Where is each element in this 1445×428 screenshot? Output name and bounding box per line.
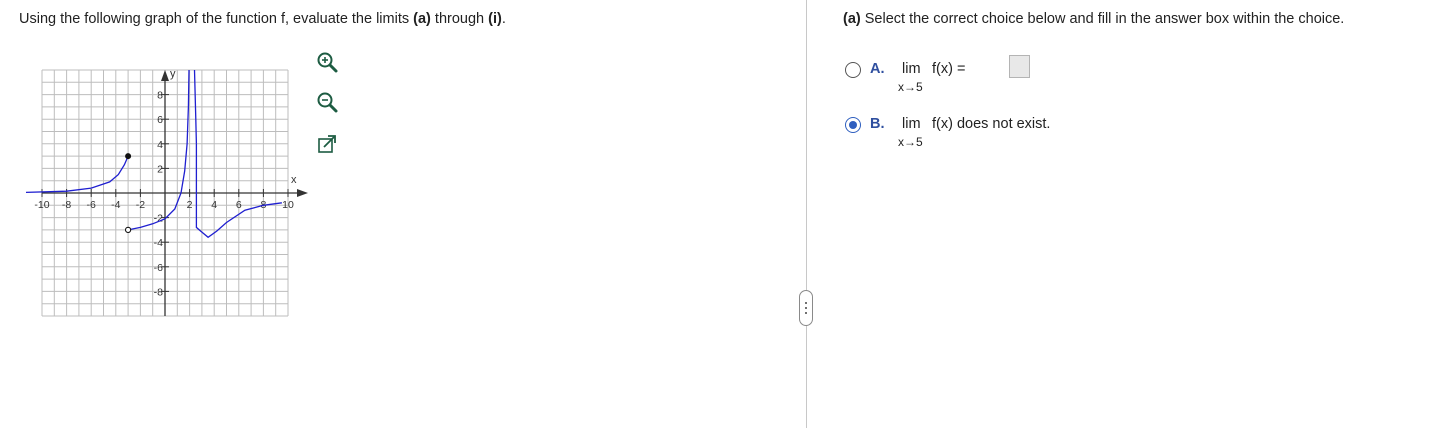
y-tick-label: -4 bbox=[154, 237, 163, 249]
x-axis-label: x bbox=[291, 174, 297, 186]
handle-dot bbox=[805, 312, 807, 314]
question-prompt: Using the following graph of the functio… bbox=[19, 11, 506, 27]
choice-a-radio[interactable] bbox=[845, 62, 861, 78]
zoom-out-button[interactable] bbox=[315, 90, 339, 114]
handle-dot bbox=[805, 302, 807, 304]
x-tick-label: -10 bbox=[34, 199, 49, 211]
y-tick-label: 8 bbox=[157, 90, 163, 102]
handle-dot bbox=[805, 307, 807, 309]
y-tick-label: -6 bbox=[154, 262, 163, 274]
y-axis-arrow bbox=[161, 70, 169, 81]
limit-expression: f(x) = bbox=[932, 61, 966, 77]
x-tick-label: 2 bbox=[187, 199, 193, 211]
x-tick-label: -6 bbox=[87, 199, 96, 211]
magnifier-minus-icon bbox=[317, 92, 338, 113]
choice-b-letter: B. bbox=[870, 116, 885, 132]
x-tick-label: 4 bbox=[211, 199, 217, 211]
x-tick-label: -2 bbox=[136, 199, 145, 211]
y-tick-label: -8 bbox=[154, 286, 163, 298]
x-tick-label: -4 bbox=[111, 199, 120, 211]
closed-point bbox=[125, 153, 132, 160]
open-point bbox=[124, 226, 132, 234]
y-tick-label: 2 bbox=[157, 163, 163, 175]
y-axis-label: y bbox=[170, 68, 176, 80]
x-tick-label: 10 bbox=[282, 199, 294, 211]
answer-panel: (a) Select the correct choice below and … bbox=[809, 0, 1445, 428]
pane-divider bbox=[806, 0, 807, 428]
choice-b-radio[interactable] bbox=[845, 117, 861, 133]
function-graph: yx -10 -8 -6 -4 -2 2 4 6 8 108642-2-4-6-8 bbox=[25, 68, 308, 317]
graph-panel: Using the following graph of the functio… bbox=[0, 0, 806, 428]
zoom-in-button[interactable] bbox=[315, 50, 339, 74]
limit-symbol: lim bbox=[902, 61, 921, 77]
limit-approach: x→5 bbox=[898, 80, 923, 94]
choice-a-letter: A. bbox=[870, 61, 885, 77]
x-tick-label: 6 bbox=[236, 199, 242, 211]
y-tick-label: 6 bbox=[157, 114, 163, 126]
y-tick-label: 4 bbox=[157, 139, 163, 151]
x-axis-arrow bbox=[297, 189, 308, 197]
answer-input-box[interactable] bbox=[1009, 55, 1030, 78]
part-a-instructions: (a) Select the correct choice below and … bbox=[843, 11, 1345, 27]
limit-statement: f(x) does not exist. bbox=[932, 116, 1051, 132]
popout-button[interactable] bbox=[315, 132, 339, 156]
new-window-icon bbox=[318, 135, 336, 153]
limit-approach: x→5 bbox=[898, 135, 923, 149]
x-tick-label: -8 bbox=[62, 199, 71, 211]
limit-symbol: lim bbox=[902, 116, 921, 132]
magnifier-plus-icon bbox=[317, 52, 338, 73]
curve-branch bbox=[25, 155, 129, 194]
